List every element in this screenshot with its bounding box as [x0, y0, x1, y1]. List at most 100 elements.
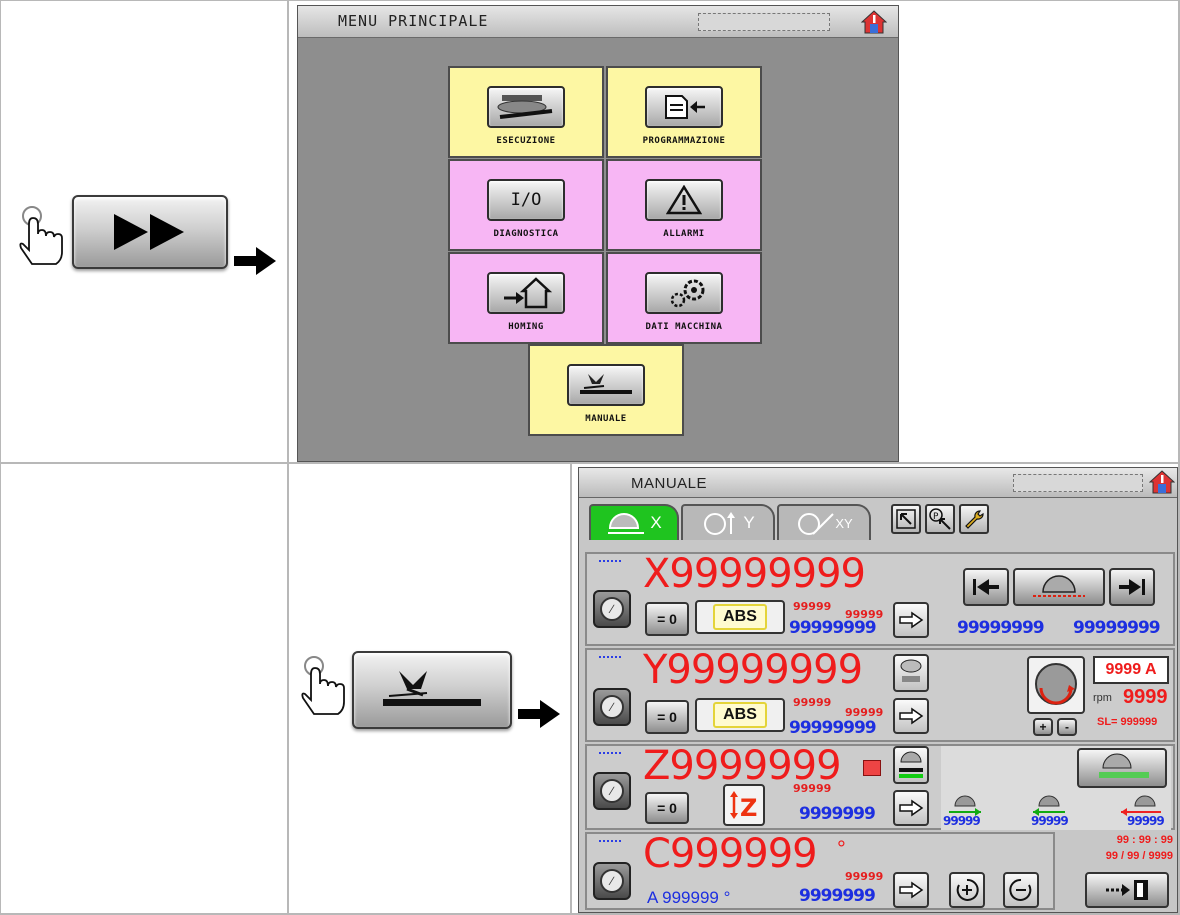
- x-go-button[interactable]: [893, 602, 929, 638]
- x-home-left-button[interactable]: [963, 568, 1009, 606]
- cursor-select-button[interactable]: [891, 504, 921, 534]
- axis-tab-bar: X Y XY P: [579, 498, 1177, 542]
- grid-line: [0, 0, 1180, 1]
- main-menu-screen: MENU PRINCIPALE ESECUZIONE PROGRAMMAZION…: [297, 5, 899, 462]
- tile-label: PROGRAMMAZIONE: [642, 136, 726, 146]
- tab-xy[interactable]: XY: [777, 504, 871, 540]
- y-small-red-value: 99999: [793, 696, 832, 709]
- rotate-cw-button[interactable]: [949, 872, 985, 908]
- x-start-value: 99999999: [957, 618, 1045, 638]
- tab-x[interactable]: X: [589, 504, 679, 540]
- z-axis-value: Z9999999: [643, 743, 842, 789]
- arrow-right-outline-icon: [899, 881, 924, 899]
- tile-programmazione[interactable]: PROGRAMMAZIONE: [606, 66, 762, 158]
- saw-xy-icon: [798, 513, 835, 535]
- machine-gears-icon: [670, 279, 705, 308]
- manual-mode-button[interactable]: [352, 651, 512, 729]
- program-edit-icon: [665, 95, 705, 119]
- c-small-red-value: 99999: [845, 870, 884, 883]
- z-saw-cut-button[interactable]: [1077, 748, 1167, 788]
- rotate-minus-icon: [1009, 878, 1032, 901]
- arrow-right-outline-icon: [899, 707, 924, 725]
- y-jog-button[interactable]: ∕: [593, 688, 631, 726]
- manual-saw-icon: [383, 671, 481, 706]
- c-go-button[interactable]: [893, 872, 929, 908]
- clock-date: 99 / 99 / 9999: [1105, 850, 1173, 862]
- spindle-minus-button[interactable]: -: [1057, 718, 1077, 736]
- grid-line: [570, 463, 572, 915]
- program-cursor-button[interactable]: P: [925, 504, 955, 534]
- tile-label: DATI MACCHINA: [645, 322, 723, 332]
- indicator-dots: [599, 560, 621, 562]
- status-field: [698, 13, 830, 31]
- x-saw-position-button[interactable]: [1013, 568, 1105, 606]
- c-axis-value: C999999: [643, 831, 818, 877]
- tile-esecuzione[interactable]: ESECUZIONE: [448, 66, 604, 158]
- jog-dial-icon: ∕: [600, 597, 624, 621]
- tab-y[interactable]: Y: [681, 504, 775, 540]
- indicator-dots: [599, 752, 621, 754]
- spindle-plus-button[interactable]: +: [1033, 718, 1053, 736]
- allarmi-button[interactable]: [645, 179, 723, 221]
- tool-wrench-button[interactable]: [959, 504, 989, 534]
- x-abs-button[interactable]: ABS: [695, 600, 785, 634]
- tab-label: XY: [835, 515, 853, 531]
- home-alarm-icon[interactable]: [1148, 470, 1176, 494]
- c-jog-button[interactable]: ∕: [593, 862, 631, 900]
- main-menu-titlebar: MENU PRINCIPALE: [298, 6, 898, 38]
- programmazione-button[interactable]: [645, 86, 723, 128]
- z-jog-button[interactable]: ∕: [593, 772, 631, 810]
- x-end-right-button[interactable]: [1109, 568, 1155, 606]
- tile-manuale[interactable]: MANUALE: [528, 344, 684, 436]
- go-end-icon: [1119, 579, 1145, 595]
- manual-titlebar: MANUALE: [579, 468, 1177, 498]
- z-go-button[interactable]: [893, 790, 929, 826]
- homing-house-icon: [504, 277, 552, 309]
- fast-forward-button[interactable]: [72, 195, 228, 269]
- dati-macchina-button[interactable]: [645, 272, 723, 314]
- rpm-unit: rpm: [1093, 692, 1112, 704]
- y-abs-button[interactable]: ABS: [695, 698, 785, 732]
- hand-pointer-icon: [300, 654, 352, 724]
- y-blue-value: 99999999: [789, 718, 877, 738]
- hand-pointer-icon: [18, 204, 70, 274]
- tile-dati-macchina[interactable]: DATI MACCHINA: [606, 252, 762, 344]
- y-zero-button[interactable]: = 0: [645, 700, 689, 734]
- saw-height-icon: [899, 751, 923, 778]
- tile-diagnostica[interactable]: I/O DIAGNOSTICA: [448, 159, 604, 251]
- fast-forward-icon: [114, 214, 184, 250]
- tile-label: MANUALE: [585, 414, 627, 424]
- rotate-ccw-button[interactable]: [1003, 872, 1039, 908]
- z-zero-button[interactable]: = 0: [645, 792, 689, 824]
- y-go-button[interactable]: [893, 698, 929, 734]
- status-field: [1013, 474, 1143, 492]
- saw-x-icon: [608, 513, 645, 534]
- x-end-value: 99999999: [1073, 618, 1161, 638]
- a-axis-value: A 999999 °: [647, 888, 731, 907]
- x-zero-button[interactable]: = 0: [645, 602, 689, 636]
- rotate-plus-icon: [956, 878, 979, 901]
- abs-label: ABS: [713, 702, 767, 728]
- tile-allarmi[interactable]: ALLARMI: [606, 159, 762, 251]
- homing-button[interactable]: [487, 272, 565, 314]
- home-alarm-icon[interactable]: [860, 10, 888, 34]
- c-blue-value: 9999999: [799, 886, 876, 906]
- cut-pos-3: 99999: [1127, 814, 1165, 828]
- spindle-rpm-icon: [1035, 663, 1077, 705]
- cut-pos-1: 99999: [943, 814, 981, 828]
- tab-label: Y: [743, 513, 755, 532]
- x-jog-button[interactable]: ∕: [593, 590, 631, 628]
- z-saw-height-button[interactable]: [893, 746, 929, 784]
- esecuzione-button[interactable]: [487, 86, 565, 128]
- manuale-button[interactable]: [567, 364, 645, 406]
- spindle-button[interactable]: [1027, 656, 1085, 714]
- warning-icon: [666, 185, 702, 215]
- abs-label: ABS: [713, 604, 767, 630]
- wrench-icon: [965, 510, 984, 529]
- exit-button[interactable]: [1085, 872, 1169, 908]
- z-direction-button[interactable]: Z: [723, 784, 765, 826]
- y-saw-lift-button[interactable]: [893, 654, 929, 692]
- diagnostica-button[interactable]: I/O: [487, 179, 565, 221]
- jog-dial-icon: ∕: [600, 779, 624, 803]
- tile-homing[interactable]: HOMING: [448, 252, 604, 344]
